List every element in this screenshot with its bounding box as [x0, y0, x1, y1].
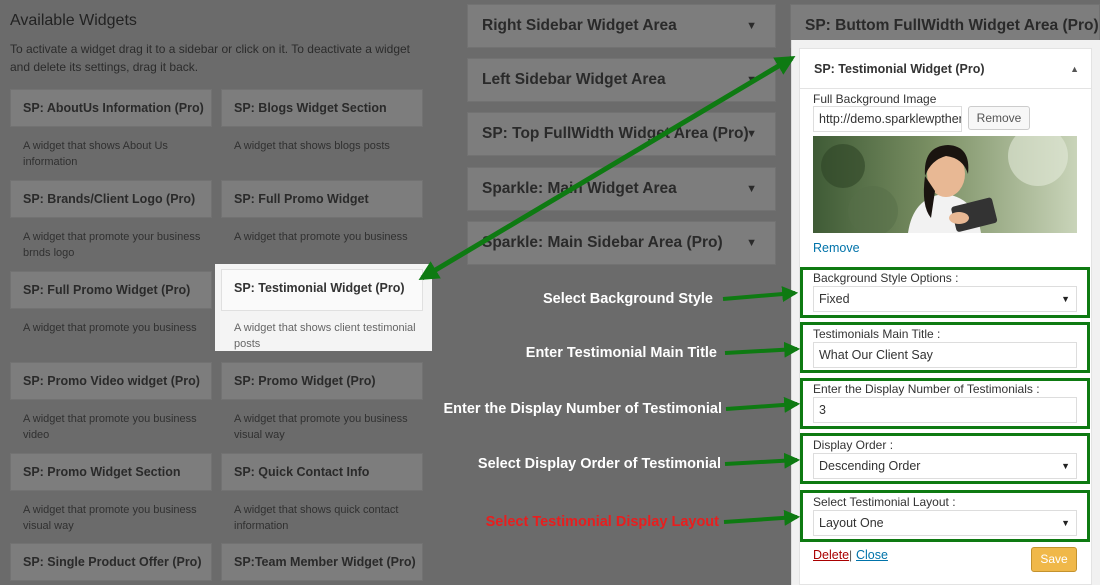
- double-arrow: [418, 55, 796, 281]
- arrow-main-title: [724, 341, 801, 358]
- arrow-bg-style: [722, 286, 799, 303]
- arrow-layout: [723, 509, 801, 526]
- annotation-arrows: [418, 55, 801, 526]
- arrow-display-order: [724, 452, 801, 469]
- arrow-display-number: [725, 396, 801, 413]
